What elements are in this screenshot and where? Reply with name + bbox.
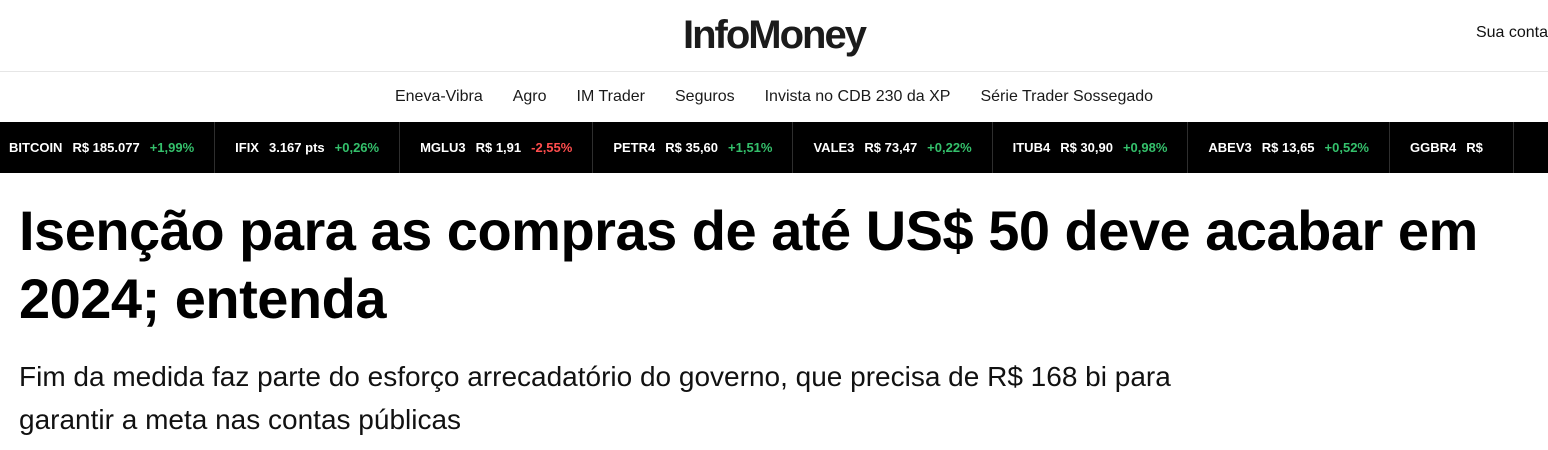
nav-item-seguros[interactable]: Seguros (675, 88, 735, 106)
ticker-price: R$ 30,90 (1060, 140, 1113, 155)
ticker-price: R$ 35,60 (665, 140, 719, 155)
ticker-symbol: GGBR4 (1409, 140, 1457, 155)
ticker-price: R$ (1466, 140, 1483, 155)
ticker-change: +0,98% (1122, 140, 1168, 155)
ticker-change: +1,99% (149, 140, 195, 155)
ticker-price: R$ 73,47 (864, 140, 918, 155)
ticker-price: R$ 1,91 (475, 140, 522, 155)
ticker-item-petr4[interactable]: PETR4 R$ 35,60 +1,51% (593, 122, 794, 173)
ticker-price: R$ 13,65 (1261, 140, 1315, 155)
nav-item-cdb-xp[interactable]: Invista no CDB 230 da XP (765, 88, 951, 106)
ticker-item-vale3[interactable]: VALE3 R$ 73,47 +0,22% (793, 122, 993, 173)
account-link[interactable]: Sua conta (1476, 24, 1548, 42)
ticker-item-ifix[interactable]: IFIX 3.167 pts +0,26% (215, 122, 401, 173)
nav-item-trader-sossegado[interactable]: Série Trader Sossegado (980, 88, 1153, 106)
ticker-price: R$ 185.077 (72, 140, 140, 155)
market-ticker: BITCOIN R$ 185.077 +1,99% IFIX 3.167 pts… (0, 122, 1548, 173)
infomoney-logo[interactable]: InfoMoney (0, 12, 1548, 58)
ticker-symbol: PETR4 (613, 140, 656, 155)
nav-item-agro[interactable]: Agro (513, 88, 547, 106)
article-title: Isenção para as compras de até US$ 50 de… (19, 199, 1478, 330)
ticker-item-bitcoin[interactable]: BITCOIN R$ 185.077 +1,99% (0, 122, 216, 173)
ticker-change: +0,52% (1324, 140, 1369, 155)
nav-item-eneva-vibra[interactable]: Eneva-Vibra (395, 88, 483, 106)
ticker-symbol: VALE3 (813, 140, 855, 155)
ticker-price: 3.167 pts (268, 140, 325, 155)
ticker-change: -2,55% (531, 140, 573, 155)
ticker-change: +0,22% (927, 140, 972, 155)
topics-nav: Eneva-Vibra Agro IM Trader Seguros Invis… (0, 72, 1548, 122)
ticker-change: +1,51% (728, 140, 773, 155)
ticker-item-ggbr4[interactable]: GGBR4 R$ (1390, 122, 1514, 173)
ticker-item-itub4[interactable]: ITUB4 R$ 30,90 +0,98% (993, 122, 1189, 173)
ticker-symbol: IFIX (235, 140, 259, 155)
site-header: InfoMoney Sua conta (0, 0, 1548, 72)
ticker-item-mglu3[interactable]: MGLU3 R$ 1,91 -2,55% (400, 122, 594, 173)
nav-item-im-trader[interactable]: IM Trader (577, 88, 645, 106)
ticker-change: +0,26% (334, 140, 380, 155)
article-subtitle: Fim da medida faz parte do esforço arrec… (19, 361, 1171, 435)
ticker-symbol: ABEV3 (1208, 140, 1252, 155)
ticker-item-abev3[interactable]: ABEV3 R$ 13,65 +0,52% (1188, 122, 1390, 173)
ticker-symbol: MGLU3 (420, 140, 466, 155)
ticker-symbol: ITUB4 (1012, 140, 1051, 155)
article: Isenção para as compras de até US$ 50 de… (0, 173, 1548, 441)
ticker-symbol: BITCOIN (9, 140, 63, 155)
